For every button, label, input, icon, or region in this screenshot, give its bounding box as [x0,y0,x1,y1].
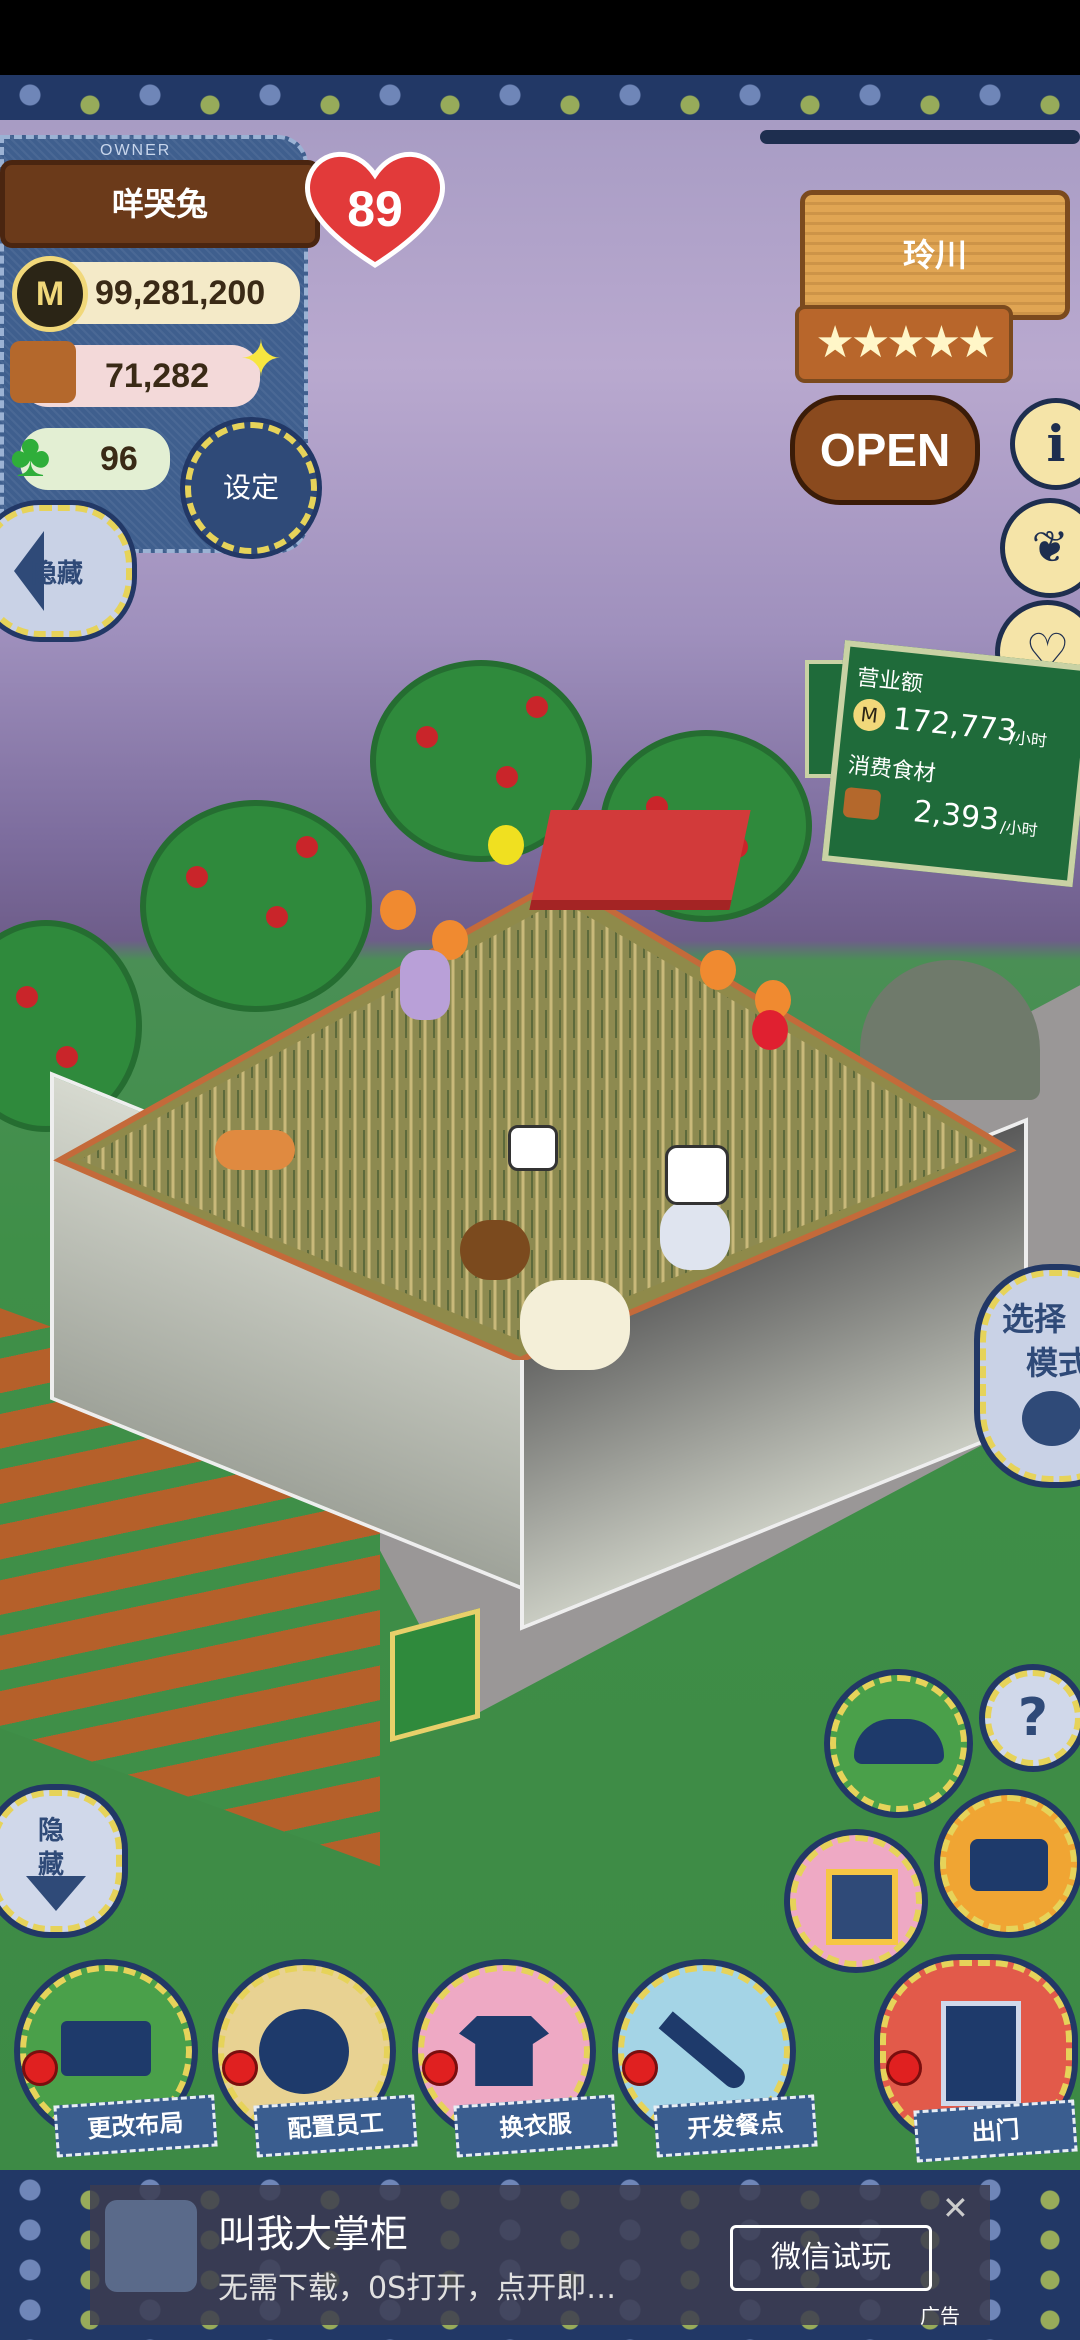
coin-icon: M [12,256,88,332]
open-label: OPEN [819,424,951,476]
coins-value: 99,281,200 [95,274,266,312]
ad-banner[interactable]: 叫我大掌柜 无需下载，0S打开，点开即… 微信试玩 ✕ [90,2185,990,2325]
balloon [752,1010,788,1050]
speech-bubble-food-icon [665,1145,729,1205]
camera-icon [970,1839,1048,1891]
balloon [488,825,524,865]
coin-icon: M [851,697,887,733]
consume-label: 消费食材 [846,753,937,788]
hide-top-button[interactable]: 隐藏 [0,505,132,637]
hat-icon [854,1719,944,1764]
menu-pin-icon [622,2050,658,2086]
consume-value: 2,393 [911,794,1001,838]
revenue-board: 营业额 M 172,773 /小时 消费食材 2,393 /小时 [821,640,1080,888]
revenue-value: 172,773 [891,701,1019,750]
door-icon [941,2001,1021,2106]
table-icon [61,2021,151,2076]
clover-value: 96 [100,440,138,478]
shop-name-sign: 玲川 [800,190,1070,320]
mode-label-2: 模式 [1026,1344,1080,1382]
open-sign[interactable]: OPEN [790,395,980,505]
hide-bottom-label-1: 隐 [38,1816,65,1846]
settings-button[interactable]: 设定 [185,422,317,554]
hide-bottom-button[interactable]: 隐 藏 [0,1790,122,1932]
sign-bracket [760,130,1080,144]
top-star-border [0,75,1080,120]
mode-label-1: 选择 [1002,1300,1067,1338]
staff-pin-icon [222,2050,258,2086]
recipe-book-button[interactable]: ❦ [1000,498,1080,598]
clover-row: ♣ 96 [10,421,170,490]
down-arrow-icon [26,1876,86,1911]
rating-stars: ★★★★★ [795,305,1013,383]
vegetable-basket-icon [10,341,76,403]
owner-name: 咩哭兔 [111,185,208,223]
info-button[interactable]: i [1010,398,1080,490]
revenue-unit: /小时 [1008,727,1048,751]
customer[interactable] [520,1280,630,1370]
ad-play-button[interactable]: 微信试玩 [730,2225,932,2291]
ingredients-value: 71,282 [105,357,209,395]
ad-app-icon [105,2200,197,2292]
sign-board [390,1607,480,1743]
sparkle-icon: ✦ [240,330,282,388]
ad-title: 叫我大掌柜 [218,2212,409,2256]
clothes-pin-icon [422,2050,458,2086]
customer[interactable] [660,1200,730,1270]
help-icon: ? [1017,1688,1049,1748]
ingredients-row: 71,282 [10,341,260,407]
bear-icon [259,2009,349,2094]
shirt-icon [459,2016,549,2086]
info-icon: i [1046,414,1066,473]
album-button[interactable] [790,1835,922,1967]
exit-pin-icon [886,2050,922,2086]
ad-tag: 广告 [920,2304,960,2328]
hide-top-label: 隐藏 [31,559,84,589]
settings-label: 设定 [222,471,279,504]
balloon [700,950,736,990]
level-number: 89 [347,181,403,237]
owner-label: OWNER [100,142,172,159]
layout-pin-icon [22,2050,58,2086]
customer[interactable] [215,1130,295,1170]
clover-icon: ♣ [10,421,51,490]
customer[interactable] [400,950,450,1020]
ad-close-icon[interactable]: ✕ [942,2189,969,2227]
ad-subtitle: 无需下载，0S打开，点开即… [218,2271,617,2306]
shop-name: 玲川 [902,236,967,274]
vegetable-basket-icon [842,786,882,821]
owner-name-plate: 咩哭兔 [0,160,320,248]
coins-row: M 99,281,200 [12,256,300,332]
hat-button[interactable] [830,1675,967,1812]
speech-bubble-apple-icon [508,1125,558,1171]
revenue-label: 营业额 [855,665,925,698]
picture-frame-icon [826,1869,898,1945]
bear-icon [1022,1391,1080,1446]
select-mode-button[interactable]: 选择 模式 [980,1270,1080,1482]
balloon [380,890,416,930]
help-button[interactable]: ? [985,1670,1080,1766]
camera-button[interactable] [940,1795,1077,1932]
level-heart-badge[interactable]: 89 [300,140,450,270]
red-canopy [529,810,751,910]
consume-unit: /小时 [999,817,1039,841]
table [460,1220,530,1280]
knife-icon [658,2011,750,2093]
status-bar [0,0,1080,75]
leaf-book-icon: ❦ [1031,522,1069,573]
